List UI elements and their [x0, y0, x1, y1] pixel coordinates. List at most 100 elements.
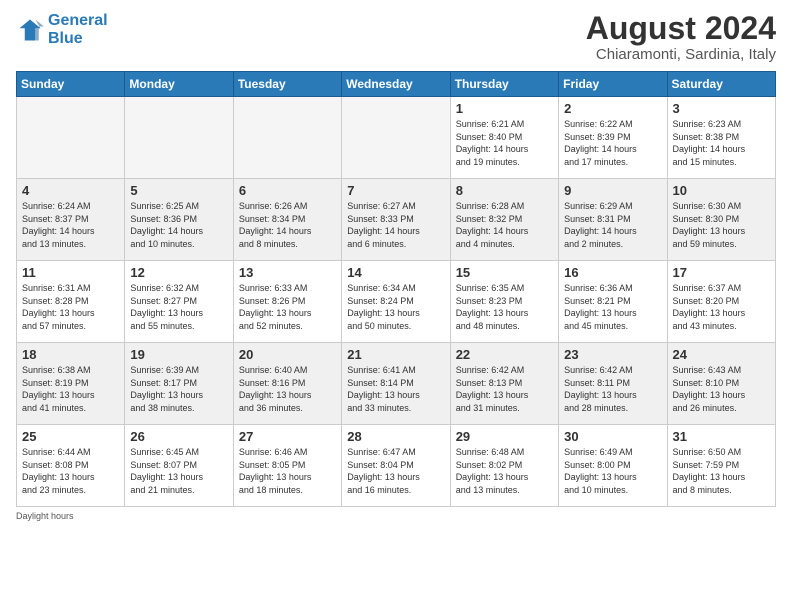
day-number: 16 [564, 265, 661, 280]
day-info: Sunrise: 6:25 AM Sunset: 8:36 PM Dayligh… [130, 200, 227, 250]
weekday-tuesday: Tuesday [233, 72, 341, 97]
day-number: 4 [22, 183, 119, 198]
week-row-4: 18Sunrise: 6:38 AM Sunset: 8:19 PM Dayli… [17, 343, 776, 425]
calendar-header: SundayMondayTuesdayWednesdayThursdayFrid… [17, 72, 776, 97]
day-number: 7 [347, 183, 444, 198]
day-number: 26 [130, 429, 227, 444]
day-number: 9 [564, 183, 661, 198]
weekday-wednesday: Wednesday [342, 72, 450, 97]
day-info: Sunrise: 6:28 AM Sunset: 8:32 PM Dayligh… [456, 200, 553, 250]
calendar-day: 19Sunrise: 6:39 AM Sunset: 8:17 PM Dayli… [125, 343, 233, 425]
week-row-1: 1 Sunrise: 6:21 AM Sunset: 8:40 PM Daylig… [17, 97, 776, 179]
day-number: 22 [456, 347, 553, 362]
day-info: Sunrise: 6:48 AM Sunset: 8:02 PM Dayligh… [456, 446, 553, 496]
title-block: August 2024 Chiaramonti, Sardinia, Italy [586, 12, 776, 63]
day-info: Sunrise: 6:35 AM Sunset: 8:23 PM Dayligh… [456, 282, 553, 332]
day-info: Sunrise: 6:44 AM Sunset: 8:08 PM Dayligh… [22, 446, 119, 496]
day-number: 12 [130, 265, 227, 280]
day-info: Sunrise: 6:50 AM Sunset: 7:59 PM Dayligh… [673, 446, 770, 496]
footer: Daylight hours [16, 511, 776, 521]
weekday-friday: Friday [559, 72, 667, 97]
calendar-day: 5Sunrise: 6:25 AM Sunset: 8:36 PM Daylig… [125, 179, 233, 261]
day-info: Sunrise: 6:38 AM Sunset: 8:19 PM Dayligh… [22, 364, 119, 414]
calendar-day: 2Sunrise: 6:22 AM Sunset: 8:39 PM Daylig… [559, 97, 667, 179]
logo-text: General Blue [48, 12, 108, 47]
calendar-day: 28Sunrise: 6:47 AM Sunset: 8:04 PM Dayli… [342, 425, 450, 507]
week-row-5: 25Sunrise: 6:44 AM Sunset: 8:08 PM Dayli… [17, 425, 776, 507]
week-row-3: 11 Sunrise: 6:31 AM Sunset: 8:28 PM Dayli… [17, 261, 776, 343]
day-info: Sunrise: 6:21 AM Sunset: 8:40 PM Dayligh… [456, 118, 553, 168]
logo-general: General [48, 12, 108, 29]
day-info: Sunrise: 6:42 AM Sunset: 8:11 PM Dayligh… [564, 364, 661, 414]
day-info: Sunrise: 6:33 AM Sunset: 8:26 PM Dayligh… [239, 282, 336, 332]
weekday-row: SundayMondayTuesdayWednesdayThursdayFrid… [17, 72, 776, 97]
calendar-day: 16 Sunrise: 6:36 AM Sunset: 8:21 PM Dayli… [559, 261, 667, 343]
day-number: 31 [673, 429, 770, 444]
day-number: 14 [347, 265, 444, 280]
calendar-day [125, 97, 233, 179]
day-info: Sunrise: 6:37 AM Sunset: 8:20 PM Dayligh… [673, 282, 770, 332]
day-number: 24 [673, 347, 770, 362]
day-info: Sunrise: 6:39 AM Sunset: 8:17 PM Dayligh… [130, 364, 227, 414]
day-info: Sunrise: 6:45 AM Sunset: 8:07 PM Dayligh… [130, 446, 227, 496]
day-info: Sunrise: 6:34 AM Sunset: 8:24 PM Dayligh… [347, 282, 444, 332]
calendar-day: 14 Sunrise: 6:34 AM Sunset: 8:24 PM Dayli… [342, 261, 450, 343]
weekday-thursday: Thursday [450, 72, 558, 97]
day-info: Sunrise: 6:27 AM Sunset: 8:33 PM Dayligh… [347, 200, 444, 250]
day-number: 30 [564, 429, 661, 444]
day-info: Sunrise: 6:47 AM Sunset: 8:04 PM Dayligh… [347, 446, 444, 496]
calendar-day: 30 Sunrise: 6:49 AM Sunset: 8:00 PM Dayli… [559, 425, 667, 507]
day-number: 29 [456, 429, 553, 444]
calendar-day: 4 Sunrise: 6:24 AM Sunset: 8:37 PM Daylig… [17, 179, 125, 261]
calendar-day: 10 Sunrise: 6:30 AM Sunset: 8:30 PM Dayli… [667, 179, 775, 261]
week-row-2: 4 Sunrise: 6:24 AM Sunset: 8:37 PM Daylig… [17, 179, 776, 261]
day-info: Sunrise: 6:43 AM Sunset: 8:10 PM Dayligh… [673, 364, 770, 414]
calendar-day: 7 Sunrise: 6:27 AM Sunset: 8:33 PM Daylig… [342, 179, 450, 261]
day-number: 20 [239, 347, 336, 362]
calendar-day: 15 Sunrise: 6:35 AM Sunset: 8:23 PM Dayli… [450, 261, 558, 343]
day-info: Sunrise: 6:26 AM Sunset: 8:34 PM Dayligh… [239, 200, 336, 250]
day-number: 11 [22, 265, 119, 280]
day-info: Sunrise: 6:24 AM Sunset: 8:37 PM Dayligh… [22, 200, 119, 250]
calendar-day: 9 Sunrise: 6:29 AM Sunset: 8:31 PM Daylig… [559, 179, 667, 261]
day-info: Sunrise: 6:36 AM Sunset: 8:21 PM Dayligh… [564, 282, 661, 332]
day-number: 27 [239, 429, 336, 444]
location-title: Chiaramonti, Sardinia, Italy [586, 46, 776, 63]
day-info: Sunrise: 6:49 AM Sunset: 8:00 PM Dayligh… [564, 446, 661, 496]
day-info: Sunrise: 6:41 AM Sunset: 8:14 PM Dayligh… [347, 364, 444, 414]
day-number: 13 [239, 265, 336, 280]
calendar-day [17, 97, 125, 179]
day-info: Sunrise: 6:23 AM Sunset: 8:38 PM Dayligh… [673, 118, 770, 168]
day-number: 8 [456, 183, 553, 198]
calendar-day: 18Sunrise: 6:38 AM Sunset: 8:19 PM Dayli… [17, 343, 125, 425]
daylight-label: Daylight hours [16, 511, 74, 521]
calendar-day: 13 Sunrise: 6:33 AM Sunset: 8:26 PM Dayli… [233, 261, 341, 343]
day-info: Sunrise: 6:31 AM Sunset: 8:28 PM Dayligh… [22, 282, 119, 332]
day-number: 1 [456, 101, 553, 116]
day-number: 23 [564, 347, 661, 362]
weekday-saturday: Saturday [667, 72, 775, 97]
day-info: Sunrise: 6:30 AM Sunset: 8:30 PM Dayligh… [673, 200, 770, 250]
day-info: Sunrise: 6:32 AM Sunset: 8:27 PM Dayligh… [130, 282, 227, 332]
header: General Blue August 2024 Chiaramonti, Sa… [16, 12, 776, 63]
day-info: Sunrise: 6:42 AM Sunset: 8:13 PM Dayligh… [456, 364, 553, 414]
calendar-day: 20 Sunrise: 6:40 AM Sunset: 8:16 PM Dayli… [233, 343, 341, 425]
day-number: 6 [239, 183, 336, 198]
calendar-day: 26 Sunrise: 6:45 AM Sunset: 8:07 PM Dayli… [125, 425, 233, 507]
day-info: Sunrise: 6:46 AM Sunset: 8:05 PM Dayligh… [239, 446, 336, 496]
day-number: 17 [673, 265, 770, 280]
day-number: 2 [564, 101, 661, 116]
calendar-table: SundayMondayTuesdayWednesdayThursdayFrid… [16, 71, 776, 507]
calendar-body: 1 Sunrise: 6:21 AM Sunset: 8:40 PM Daylig… [17, 97, 776, 507]
calendar-day: 21Sunrise: 6:41 AM Sunset: 8:14 PM Dayli… [342, 343, 450, 425]
day-info: Sunrise: 6:40 AM Sunset: 8:16 PM Dayligh… [239, 364, 336, 414]
month-title: August 2024 [586, 12, 776, 44]
calendar-day: 11 Sunrise: 6:31 AM Sunset: 8:28 PM Dayli… [17, 261, 125, 343]
calendar-day: 12 Sunrise: 6:32 AM Sunset: 8:27 PM Dayli… [125, 261, 233, 343]
calendar-day: 27 Sunrise: 6:46 AM Sunset: 8:05 PM Dayli… [233, 425, 341, 507]
day-info: Sunrise: 6:29 AM Sunset: 8:31 PM Dayligh… [564, 200, 661, 250]
day-number: 10 [673, 183, 770, 198]
day-number: 3 [673, 101, 770, 116]
day-number: 15 [456, 265, 553, 280]
logo: General Blue [16, 12, 108, 47]
